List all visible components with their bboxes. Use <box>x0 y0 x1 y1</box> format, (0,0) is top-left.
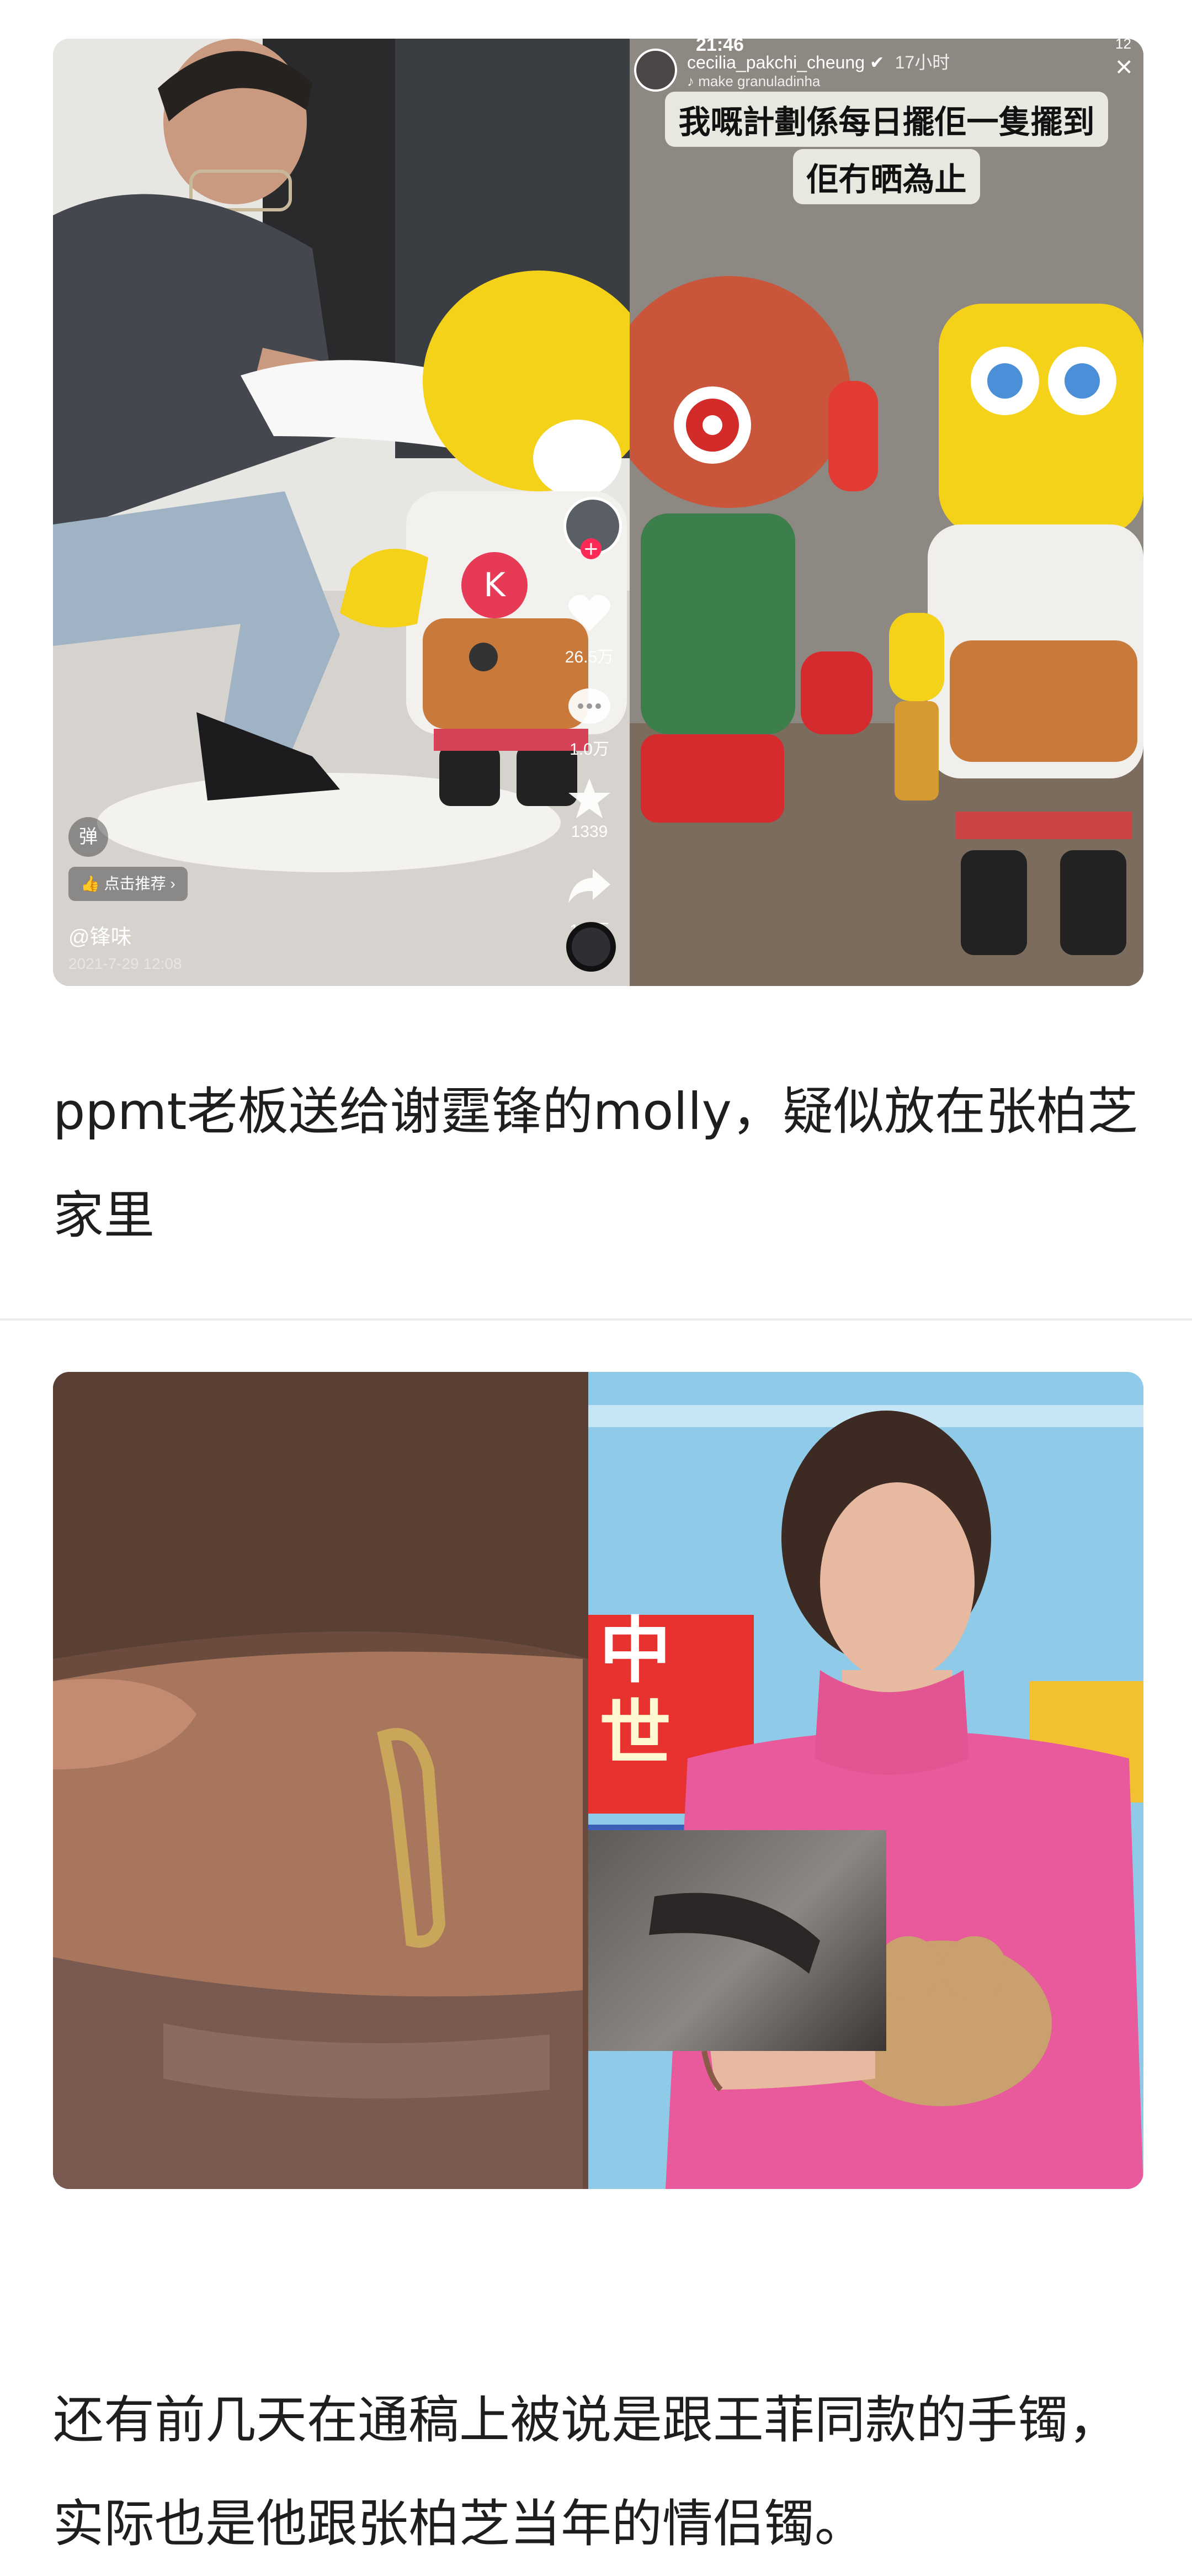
douyin-video-scene: K <box>53 39 630 986</box>
bracelet-inset <box>588 1830 886 2051</box>
story-caption-line1: 我嘅計劃係每日擺佢一隻擺到 <box>665 92 1108 147</box>
story-music-row: ♪ make granuladinha <box>687 73 820 90</box>
bracelet-closeup-scene <box>53 1372 588 2189</box>
danmaku-button[interactable]: 弹 <box>68 817 108 857</box>
close-icon[interactable]: × <box>1115 50 1133 84</box>
celebrity-photo-scene <box>588 1372 1143 2189</box>
section-divider <box>0 1318 1192 1321</box>
share-icon[interactable] <box>567 867 611 905</box>
follow-plus-icon[interactable]: + <box>581 538 602 559</box>
star-icon[interactable] <box>567 777 611 819</box>
inset-bracelet-shape <box>649 1893 820 1974</box>
favorite-count: 1339 <box>571 823 608 841</box>
author-name[interactable]: @锋味 <box>68 920 132 950</box>
story-music[interactable]: make granuladinha <box>698 73 820 89</box>
story-caption-line2: 佢冇晒為止 <box>793 149 980 204</box>
verified-icon: ✔ <box>869 52 885 72</box>
post-image-molly[interactable]: K + 26.5万 1.0万 1339 1.7万 <box>53 39 1143 986</box>
douyin-video-panel[interactable]: K + 26.5万 1.0万 1339 1.7万 <box>53 39 630 986</box>
instagram-story-panel[interactable]: 21:46 12 cecilia_pakchi_cheung ✔ 17小时 ♪ … <box>630 39 1143 986</box>
svg-text:K: K <box>483 566 506 605</box>
story-time-ago: 17小时 <box>895 52 950 72</box>
danmaku-label: 弹 <box>79 826 98 847</box>
like-count: 26.5万 <box>565 648 614 666</box>
thumbs-up-icon: 👍 <box>81 875 100 892</box>
sign-char-1: 中 <box>599 1609 672 1693</box>
recommend-button[interactable]: 👍 点击推荐 › <box>68 867 188 901</box>
comment-icon[interactable] <box>567 687 611 727</box>
story-avatar[interactable] <box>634 49 677 92</box>
chevron-right-icon: › <box>170 875 175 892</box>
story-caption: 我嘅計劃係每日擺佢一隻擺到 佢冇晒為止 <box>630 92 1143 204</box>
sign-char-2: 世 <box>599 1692 672 1775</box>
comment-count: 1.0万 <box>570 740 609 759</box>
post-image-bracelet[interactable]: 中 世 <box>53 1372 1143 2189</box>
post-caption-1: ppmt老板送给谢霆锋的molly，疑似放在张柏芝家里 <box>53 1082 1138 1245</box>
bracelet-closeup-panel <box>53 1372 588 2189</box>
recommend-label: 点击推荐 <box>104 875 166 892</box>
post-date: 2021-7-29 12:08 <box>68 955 182 972</box>
story-username[interactable]: cecilia_pakchi_cheung <box>687 52 865 72</box>
celebrity-photo-panel: 中 世 <box>588 1372 1143 2189</box>
post-caption-2: 还有前几天在通稿上被说是跟王菲同款的手镯，实际也是他跟张柏芝当年的情侣镯。 <box>53 2391 1120 2553</box>
heart-icon[interactable] <box>567 593 611 633</box>
sign-text: 中 世 <box>599 1609 671 1775</box>
music-note-icon: ♪ <box>687 73 694 89</box>
story-user-row: cecilia_pakchi_cheung ✔ 17小时 <box>687 49 950 74</box>
music-disc-icon[interactable] <box>566 922 616 972</box>
